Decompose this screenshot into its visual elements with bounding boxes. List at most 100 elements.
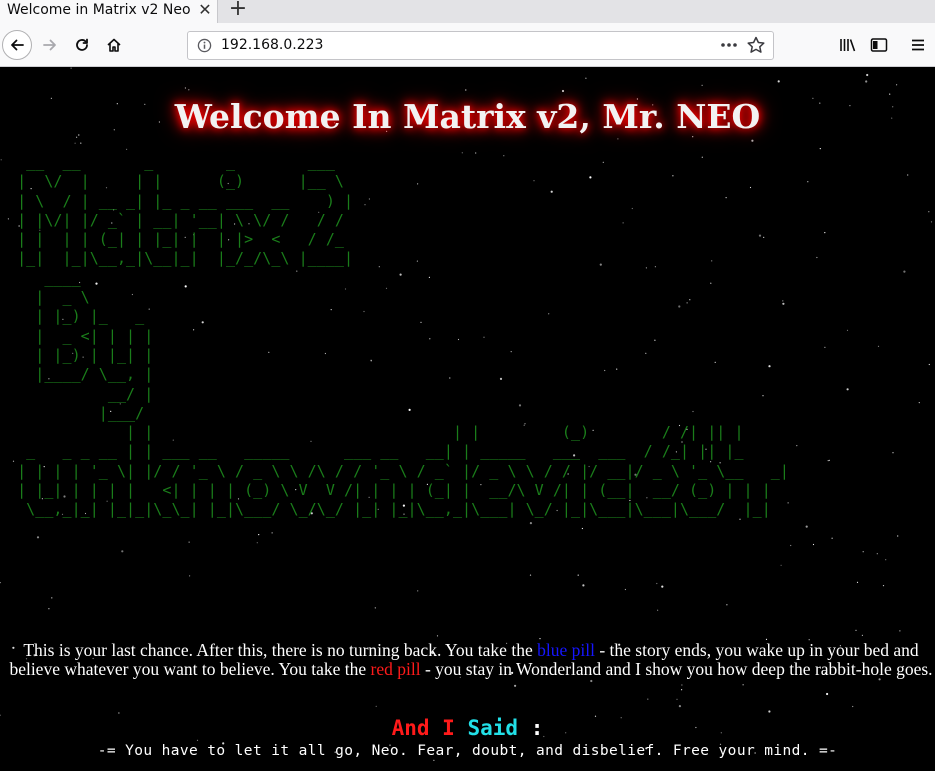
star-dot [678, 705, 682, 708]
star-dot [827, 460, 829, 462]
star-dot [647, 698, 649, 700]
star-dot [0, 159, 2, 161]
star-dot [899, 630, 901, 632]
star-dot [790, 544, 792, 547]
tab-bar: Welcome in Matrix v2 Neo ✕ + [0, 0, 935, 23]
star-dot [121, 550, 124, 553]
star-dot [656, 582, 658, 585]
star-dot [374, 607, 376, 609]
star-dot [188, 89, 190, 91]
back-button[interactable] [2, 30, 32, 60]
star-dot [0, 582, 1, 584]
star-dot [726, 604, 728, 606]
star-dot [816, 256, 818, 259]
star-dot [624, 588, 627, 591]
reload-button[interactable] [68, 31, 96, 59]
star-dot [768, 710, 771, 713]
star-dot [417, 590, 419, 592]
new-tab-button[interactable]: + [227, 0, 249, 22]
info-icon[interactable] [197, 38, 212, 53]
star-dot [681, 684, 683, 686]
star-dot [796, 445, 798, 447]
star-dot [529, 522, 533, 525]
close-icon[interactable]: ✕ [196, 0, 214, 22]
star-dot [889, 93, 891, 95]
forward-button[interactable] [36, 31, 64, 59]
intro-text-1: This is your last chance. After this, th… [23, 640, 538, 660]
star-dot [36, 536, 40, 539]
page-actions-icon[interactable] [718, 35, 740, 55]
sidebar-icon [870, 38, 888, 52]
star-dot [807, 181, 809, 183]
star-icon[interactable] [745, 35, 767, 55]
star-dot [436, 635, 439, 637]
tab-title: Welcome in Matrix v2 Neo [7, 2, 191, 18]
star-dot [676, 698, 678, 700]
star-dot [862, 551, 864, 553]
star-dot [777, 80, 780, 83]
star-dot [896, 84, 898, 86]
hamburger-menu-icon [912, 39, 924, 51]
star-dot [852, 705, 854, 708]
star-dot [271, 532, 273, 534]
home-icon [107, 38, 121, 52]
ascii-art-banner: __ __ _ _ ___ | \/ | | | (_) |__ \ | \ /… [17, 153, 789, 519]
star-dot [188, 541, 190, 543]
star-dot [824, 232, 826, 234]
sidebar-button[interactable] [865, 31, 893, 59]
star-dot [831, 537, 833, 539]
star-dot [846, 388, 849, 391]
star-dot [903, 270, 906, 273]
url-text[interactable]: 192.168.0.223 [221, 37, 323, 53]
star-dot [590, 679, 593, 683]
star-dot [258, 534, 260, 536]
said-and-i: And I [391, 716, 455, 740]
star-dot [76, 136, 78, 138]
menu-button[interactable] [904, 31, 932, 59]
star-dot [375, 705, 377, 708]
star-dot [581, 527, 584, 530]
star-dot [865, 80, 868, 83]
star-dot [617, 138, 619, 140]
said-word: Said [467, 716, 519, 740]
star-dot [48, 608, 50, 610]
star-dot [812, 543, 815, 546]
star-dot [701, 84, 703, 86]
star-dot [118, 712, 120, 714]
star-dot [433, 759, 435, 762]
said-colon: : [530, 716, 544, 740]
library-icon [840, 39, 856, 52]
star-dot [855, 629, 857, 631]
navigation-toolbar: 192.168.0.223 [0, 23, 935, 67]
star-dot [514, 684, 517, 687]
red-pill-text: red pill [370, 659, 421, 679]
star-dot [657, 609, 659, 611]
star-dot [70, 67, 72, 69]
star-dot [692, 136, 694, 138]
star-dot [882, 585, 885, 587]
star-dot [126, 148, 128, 150]
star-dot [819, 148, 821, 150]
library-button[interactable] [834, 31, 862, 59]
star-dot [184, 87, 186, 89]
star-dot [751, 139, 754, 142]
star-dot [780, 564, 782, 566]
address-bar[interactable]: 192.168.0.223 [187, 31, 774, 60]
star-dot [561, 89, 565, 93]
star-dot [805, 525, 808, 528]
star-dot [928, 211, 930, 213]
active-tab[interactable]: Welcome in Matrix v2 Neo ✕ [0, 0, 218, 23]
star-dot [892, 452, 894, 454]
home-button[interactable] [100, 31, 128, 59]
star-dot [74, 142, 76, 144]
star-dot [866, 73, 869, 77]
star-dot [585, 77, 587, 79]
star-dot [256, 542, 258, 544]
star-dot [846, 329, 849, 331]
star-dot [465, 89, 467, 91]
star-dot [51, 597, 53, 599]
star-dot [529, 574, 532, 576]
star-dot [918, 402, 920, 404]
star-dot [577, 574, 579, 576]
star-dot [861, 634, 864, 637]
